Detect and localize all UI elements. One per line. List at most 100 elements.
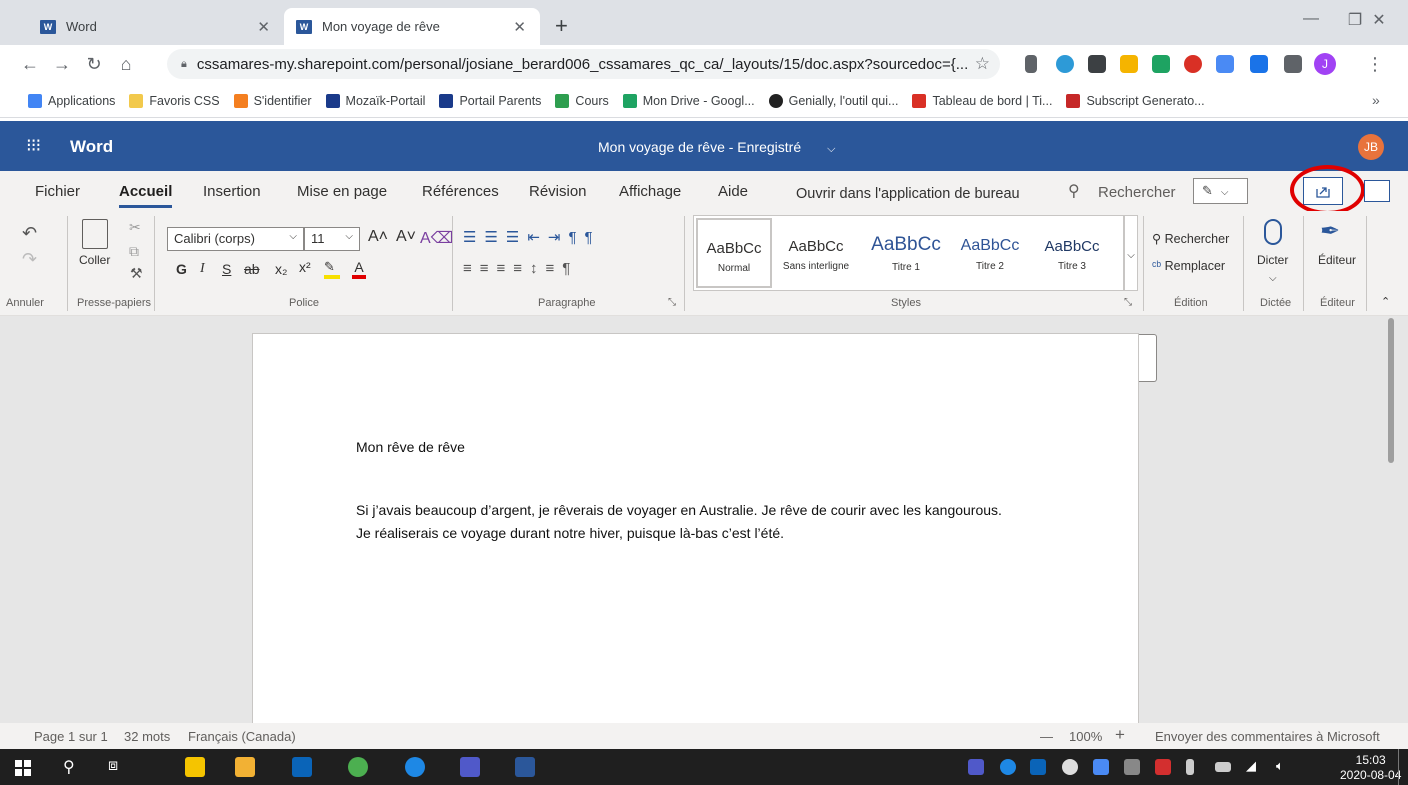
style-normal[interactable]: AaBbCc Normal <box>696 218 772 288</box>
redo-icon[interactable]: ↷ <box>22 249 37 270</box>
tab-aide[interactable]: Aide <box>718 183 748 200</box>
document-page[interactable]: Mon rêve de rêve Si j’avais beaucoup d’a… <box>252 333 1139 733</box>
tell-me-search[interactable]: Rechercher <box>1098 184 1176 201</box>
wifi-icon[interactable]: ◢ <box>1246 758 1256 774</box>
windows-start-icon[interactable] <box>15 760 31 776</box>
onedrive-icon[interactable] <box>1000 759 1016 775</box>
italic-button[interactable]: I <box>200 261 205 277</box>
tray-icon[interactable] <box>1124 759 1140 775</box>
paste-button[interactable]: Coller <box>79 253 110 267</box>
bookmark-item[interactable]: S'identifier <box>233 93 312 108</box>
tray-icon[interactable] <box>1062 759 1078 775</box>
minimize-icon[interactable]: — <box>1288 10 1334 28</box>
superscript-icon[interactable]: x² <box>299 259 311 275</box>
forward-icon[interactable]: → <box>46 54 78 75</box>
volume-icon[interactable]: 🔈︎ <box>1276 758 1284 774</box>
collapse-ribbon-icon[interactable]: ⌃ <box>1381 295 1390 308</box>
file-explorer-icon[interactable] <box>235 757 255 777</box>
clear-format-icon[interactable]: A⌫ <box>420 228 453 248</box>
bookmark-item[interactable]: Favoris CSS <box>129 93 220 108</box>
bookmark-item[interactable]: Cours <box>555 93 609 108</box>
align-buttons-icon[interactable]: ≡≡≡≡↕≡¶ <box>463 260 578 277</box>
extension-icon[interactable] <box>1250 55 1268 73</box>
usb-icon[interactable] <box>1186 759 1194 775</box>
tab-revision[interactable]: Révision <box>529 183 587 200</box>
extension-icon[interactable] <box>1120 55 1138 73</box>
subscript-icon[interactable]: x₂ <box>275 261 287 277</box>
tab-insertion[interactable]: Insertion <box>203 183 261 200</box>
highlight-icon[interactable]: ✎ <box>324 259 340 279</box>
word-taskbar-icon[interactable] <box>515 757 535 777</box>
strikethrough-button[interactable]: ab <box>244 261 260 277</box>
task-view-icon[interactable]: ⧈ <box>108 757 118 775</box>
close-window-icon[interactable]: ✕ <box>1356 10 1402 30</box>
font-size-dropdown[interactable]: 11 ⌵ <box>304 227 360 251</box>
close-tab-icon[interactable]: ✕ <box>257 18 270 36</box>
tab-affichage[interactable]: Affichage <box>619 183 681 200</box>
home-icon[interactable]: ⌂ <box>110 54 142 75</box>
sticky-notes-icon[interactable] <box>185 757 205 777</box>
document-heading[interactable]: Mon rêve de rêve <box>356 439 465 455</box>
adblock-icon[interactable] <box>1184 55 1202 73</box>
search-icon[interactable]: ⚲ <box>63 757 75 777</box>
address-bar[interactable]: 🔒︎ cssamares-my.sharepoint.com/personal/… <box>167 49 1000 79</box>
tab-mon-voyage[interactable]: W Mon voyage de rêve ✕ <box>284 8 540 45</box>
tray-icon[interactable] <box>1155 759 1171 775</box>
dictate-button[interactable]: Dicter <box>1257 253 1288 267</box>
language-indicator[interactable]: Français (Canada) <box>188 729 296 744</box>
user-avatar[interactable]: JB <box>1358 134 1384 160</box>
profile-avatar[interactable]: J <box>1314 53 1336 75</box>
chevron-down-icon[interactable]: ⌵ <box>1269 273 1277 284</box>
menu-icon[interactable]: ⋮ <box>1366 54 1384 75</box>
editor-pen-icon[interactable]: ✒ <box>1320 217 1340 246</box>
bold-button[interactable]: G <box>176 261 187 277</box>
word-count[interactable]: 32 mots <box>124 729 170 744</box>
undo-icon[interactable]: ↶ <box>22 223 37 244</box>
tab-word[interactable]: W Word ✕ <box>28 8 284 45</box>
styles-more-icon[interactable]: ⌵ <box>1124 215 1138 291</box>
outlook-icon[interactable] <box>292 757 312 777</box>
editing-mode-dropdown[interactable]: ✎ ⌵ <box>1193 178 1248 204</box>
replace-button[interactable]: ᶜᵇ Remplacer <box>1152 259 1225 273</box>
tab-mise-en-page[interactable]: Mise en page <box>297 183 387 200</box>
drive-icon[interactable] <box>1152 55 1170 73</box>
dialog-launcher-icon[interactable]: ⤡ <box>1124 297 1132 308</box>
extension-icon[interactable] <box>1025 55 1037 73</box>
paste-icon[interactable] <box>82 219 108 249</box>
bookmark-item[interactable]: Mon Drive - Googl... <box>622 93 755 108</box>
tab-references[interactable]: Références <box>422 183 499 200</box>
reload-icon[interactable]: ↻ <box>78 54 110 75</box>
open-desktop-link[interactable]: Ouvrir dans l'application de bureau <box>796 186 1020 202</box>
puzzle-icon[interactable] <box>1284 55 1302 73</box>
style-sans-interligne[interactable]: AaBbCc Sans interligne <box>776 238 856 272</box>
editor-button[interactable]: Éditeur <box>1318 253 1356 267</box>
vertical-scrollbar[interactable] <box>1388 318 1394 463</box>
extension-icon[interactable] <box>1216 55 1234 73</box>
comments-icon[interactable] <box>1364 180 1390 202</box>
format-painter-icon[interactable]: ⚒ <box>130 265 143 282</box>
extension-icon[interactable] <box>1056 55 1074 73</box>
font-color-icon[interactable]: A <box>352 259 366 279</box>
show-desktop-button[interactable] <box>1398 749 1399 785</box>
document-paragraph[interactable]: Si j’avais beaucoup d’argent, je rêverai… <box>356 502 1002 518</box>
app-launcher-icon[interactable]: ⁝⁝⁝ <box>26 135 41 156</box>
bookmark-item[interactable]: Tableau de bord | Ti... <box>912 93 1052 108</box>
clock[interactable]: 15:03 2020-08-04 <box>1340 753 1401 783</box>
copy-icon[interactable]: ⧉ <box>129 243 139 260</box>
zoom-out-button[interactable]: — <box>1040 729 1053 744</box>
outlook-tray-icon[interactable] <box>1030 759 1046 775</box>
comment-marker[interactable] <box>1139 334 1157 382</box>
list-buttons-icon[interactable]: ☰☰☰⇤⇥¶¶ <box>463 228 601 246</box>
style-titre-2[interactable]: AaBbCc Titre 2 <box>950 237 1030 272</box>
battery-icon[interactable] <box>1215 762 1231 772</box>
bookmark-item[interactable]: Mozaïk-Portail <box>325 93 425 108</box>
microphone-icon[interactable] <box>1264 219 1282 245</box>
app-name[interactable]: Word <box>70 137 113 157</box>
underline-button[interactable]: S <box>222 261 231 277</box>
page-count[interactable]: Page 1 sur 1 <box>34 729 108 744</box>
tray-icon[interactable] <box>1093 759 1109 775</box>
teams-icon[interactable] <box>460 757 480 777</box>
bookmark-item[interactable]: Portail Parents <box>439 93 541 108</box>
zoom-level[interactable]: 100% <box>1069 729 1102 744</box>
bookmark-item[interactable]: Genially, l'outil qui... <box>768 93 898 108</box>
